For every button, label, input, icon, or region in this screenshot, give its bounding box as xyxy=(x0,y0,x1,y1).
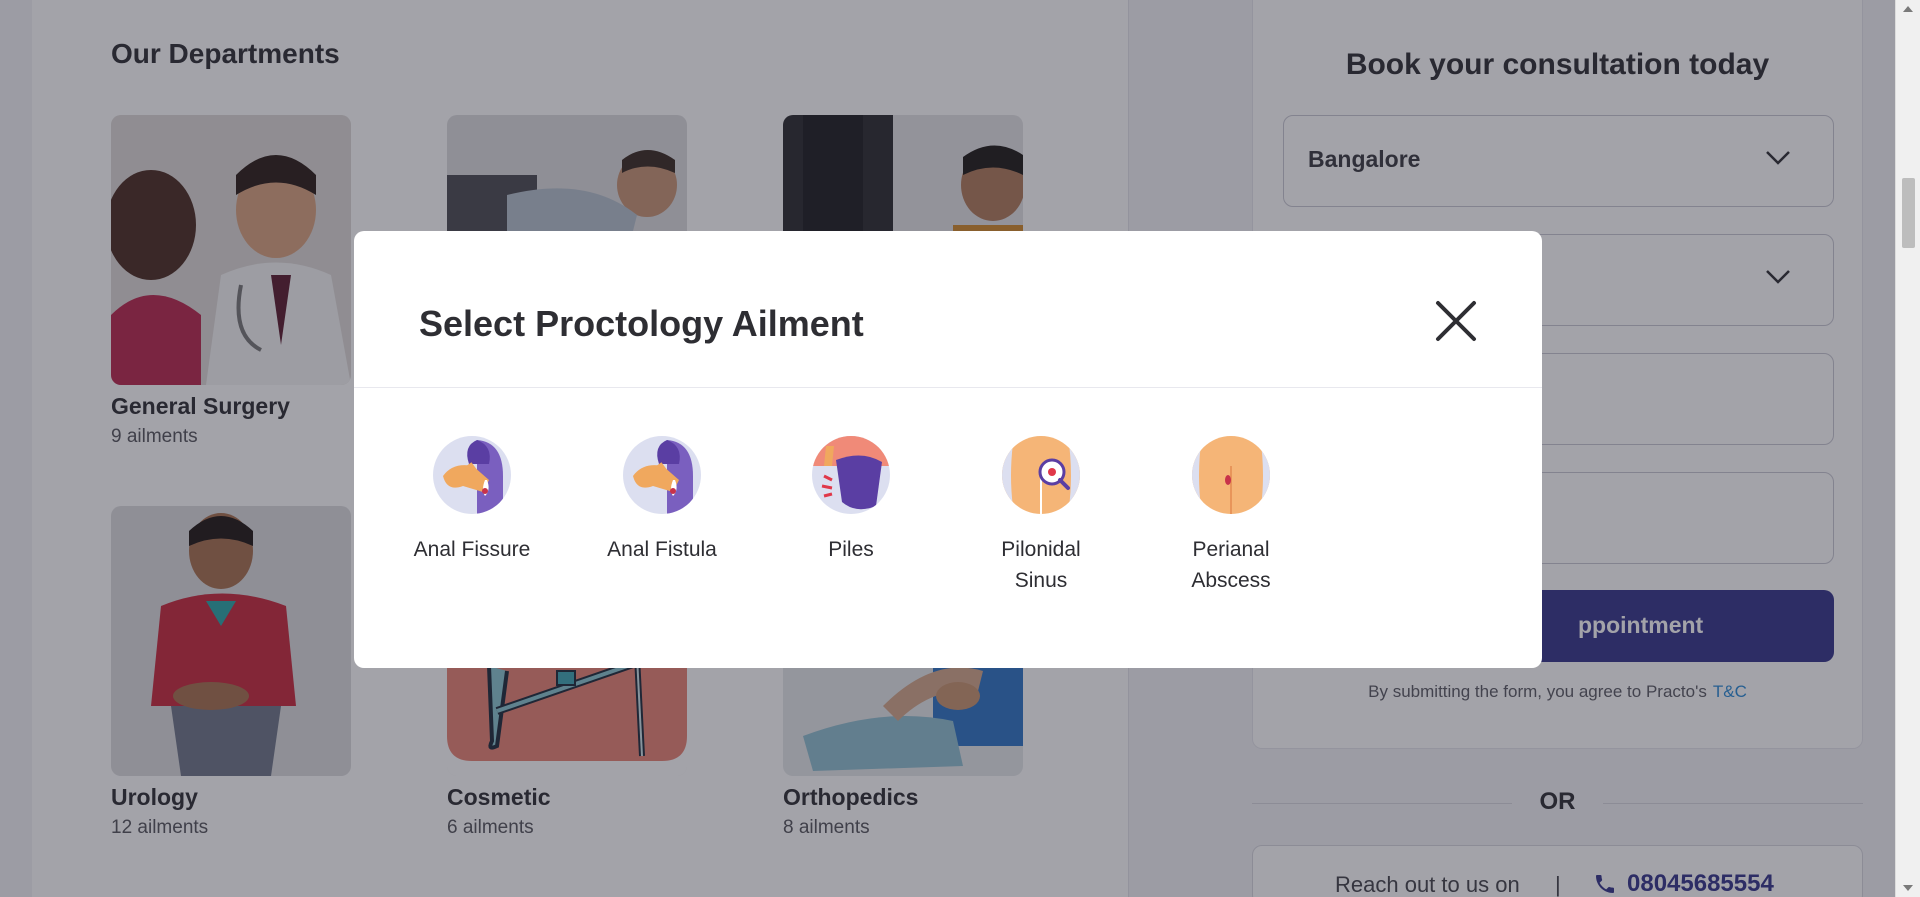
ailment-option-anal-fissure[interactable]: Anal Fissure xyxy=(407,436,537,565)
page-scrollbar[interactable] xyxy=(1895,0,1920,897)
anal-fissure-icon xyxy=(433,436,511,514)
ailment-label: Pilonidal Sinus xyxy=(1001,538,1081,592)
scrollbar-thumb[interactable] xyxy=(1902,178,1915,248)
anal-fistula-icon xyxy=(623,436,701,514)
modal-title: Select Proctology Ailment xyxy=(419,303,864,344)
ailment-option-perianal-abscess[interactable]: Perianal Abscess xyxy=(1166,436,1296,596)
ailment-option-anal-fistula[interactable]: Anal Fistula xyxy=(597,436,727,565)
ailment-label: Anal Fissure xyxy=(413,538,531,561)
ailment-selection-modal: Select Proctology Ailment Anal Fissure A… xyxy=(354,231,1542,668)
perianal-abscess-icon xyxy=(1192,436,1270,514)
ailment-option-piles[interactable]: Piles xyxy=(786,436,916,565)
ailment-label: Anal Fistula xyxy=(607,538,717,561)
scroll-up-arrow-icon[interactable] xyxy=(1903,6,1913,12)
ailment-label: Piles xyxy=(828,538,874,561)
close-icon[interactable] xyxy=(1434,299,1478,343)
scroll-down-arrow-icon[interactable] xyxy=(1903,885,1913,891)
pilonidal-sinus-icon xyxy=(1002,436,1080,514)
ailment-option-pilonidal-sinus[interactable]: Pilonidal Sinus xyxy=(976,436,1106,596)
piles-icon xyxy=(812,436,890,514)
modal-header: Select Proctology Ailment xyxy=(354,231,1542,388)
ailment-label: Perianal Abscess xyxy=(1191,538,1271,592)
